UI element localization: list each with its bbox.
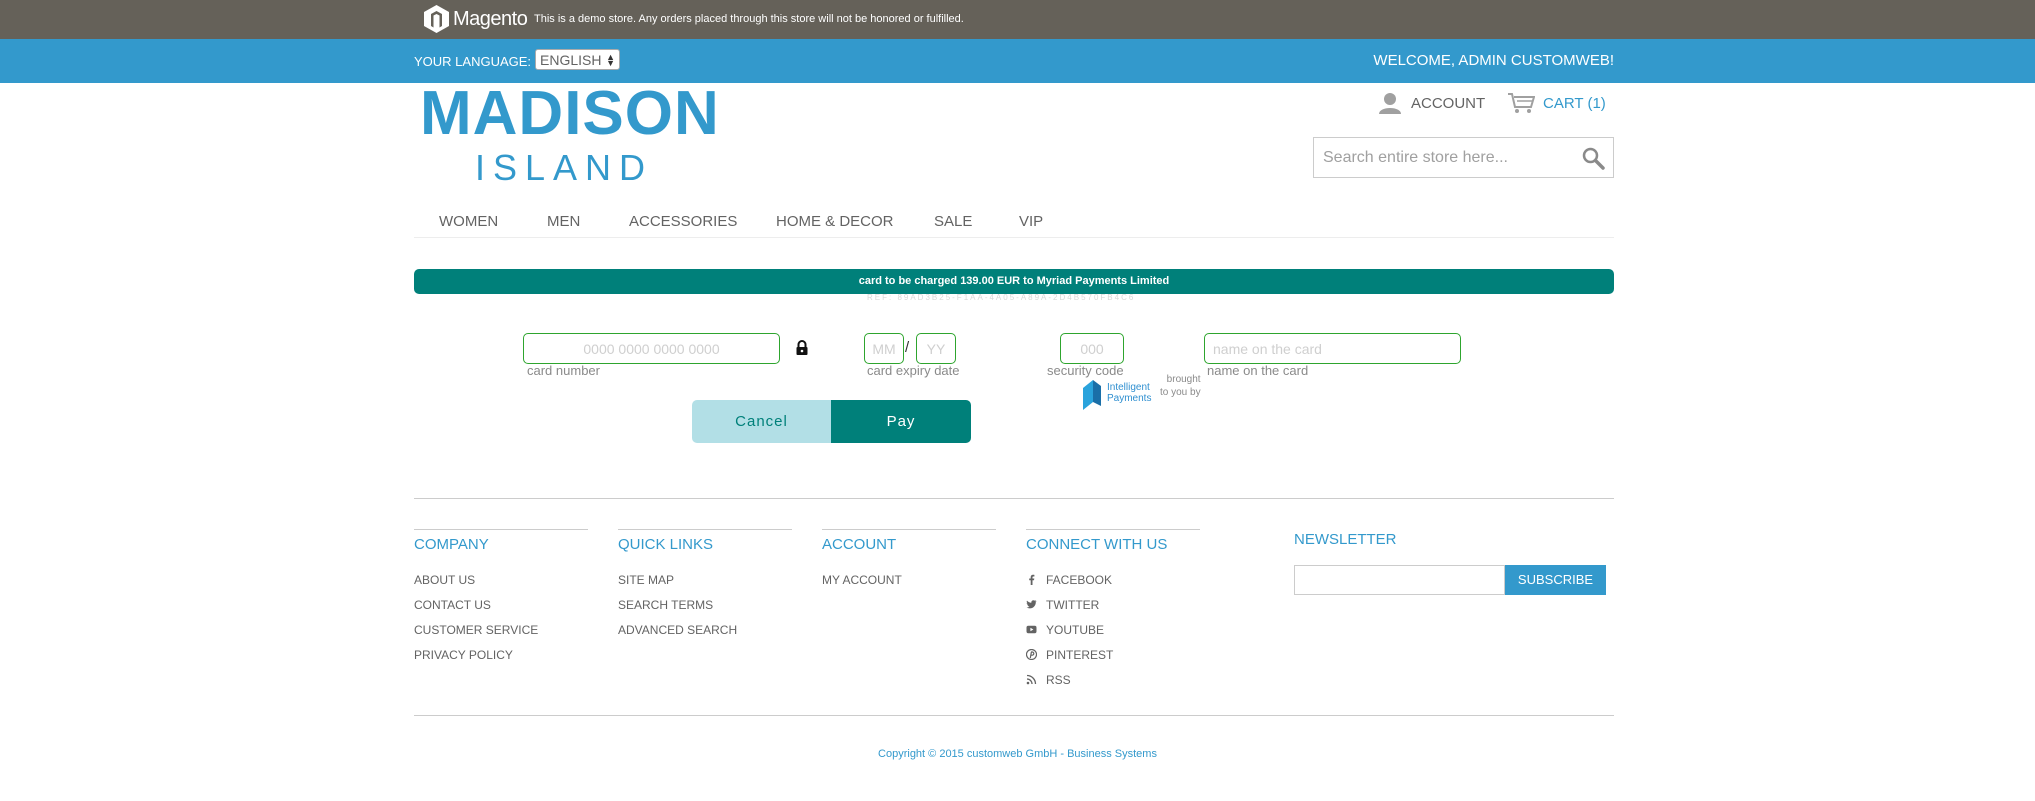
account-label: ACCOUNT bbox=[1411, 94, 1486, 112]
footer-link-customer-service[interactable]: CUSTOMER SERVICE bbox=[414, 617, 588, 642]
footer-link-search-terms[interactable]: SEARCH TERMS bbox=[618, 592, 792, 617]
nav-item-home-decor[interactable]: HOME & DECOR bbox=[776, 212, 894, 230]
footer-link-pinterest[interactable]: PINTEREST bbox=[1026, 642, 1200, 667]
pay-button[interactable]: Pay bbox=[831, 400, 971, 443]
brought-line1: brought bbox=[1166, 374, 1201, 385]
main-nav: WOMEN MEN ACCESSORIES HOME & DECOR SALE … bbox=[414, 212, 1614, 238]
provider-name-line1: Intelligent bbox=[1107, 382, 1150, 393]
footer-divider-top bbox=[414, 498, 1614, 499]
facebook-label: FACEBOOK bbox=[1046, 572, 1113, 587]
cart-label: CART (1) bbox=[1543, 94, 1606, 112]
magento-logo[interactable]: Magento bbox=[423, 4, 528, 34]
footer-connect-title: CONNECT WITH US bbox=[1026, 536, 1168, 553]
cancel-button[interactable]: Cancel bbox=[692, 400, 831, 443]
account-icon bbox=[1379, 93, 1401, 114]
footer-col-company: COMPANY ABOUT US CONTACT US CUSTOMER SER… bbox=[414, 529, 588, 667]
youtube-label: YOUTUBE bbox=[1046, 622, 1105, 637]
footer-account-title: ACCOUNT bbox=[822, 536, 897, 553]
footer-link-advanced-search[interactable]: ADVANCED SEARCH bbox=[618, 617, 792, 642]
demo-notice-text: This is a demo store. Any orders placed … bbox=[534, 13, 964, 25]
pinterest-icon bbox=[1026, 649, 1037, 660]
account-link[interactable]: ACCOUNT bbox=[1378, 92, 1485, 114]
card-name-field[interactable]: name on the card bbox=[1204, 333, 1461, 364]
brought-to-you-by: brought to you by bbox=[1160, 373, 1201, 399]
nav-item-women[interactable]: WOMEN bbox=[439, 212, 498, 230]
footer-link-twitter[interactable]: TWITTER bbox=[1026, 592, 1200, 617]
card-number-field[interactable]: 0000 0000 0000 0000 bbox=[523, 333, 780, 364]
lock-icon bbox=[796, 340, 808, 355]
twitter-label: TWITTER bbox=[1046, 597, 1100, 612]
payment-reference: REF: 89AD3B25-F1AA-4A05-A89A-2D4B570FB4C… bbox=[867, 293, 1136, 302]
footer-link-site-map[interactable]: SITE MAP bbox=[618, 567, 792, 592]
expiry-year-field[interactable]: YY bbox=[916, 333, 956, 364]
nav-item-sale[interactable]: SALE bbox=[934, 212, 972, 230]
footer-col-account: ACCOUNT MY ACCOUNT bbox=[822, 529, 996, 592]
cart-icon bbox=[1508, 93, 1535, 113]
language-select-value: ENGLISH bbox=[540, 51, 602, 68]
expiry-separator: / bbox=[905, 339, 910, 356]
rss-label: RSS bbox=[1046, 672, 1071, 687]
nav-item-accessories[interactable]: ACCESSORIES bbox=[629, 212, 737, 230]
brought-line2: to you by bbox=[1160, 387, 1201, 398]
newsletter-email-input[interactable] bbox=[1294, 565, 1505, 595]
rss-icon bbox=[1026, 674, 1037, 685]
search-icon[interactable] bbox=[1581, 146, 1605, 170]
demo-notice-bar: Magento This is a demo store. Any orders… bbox=[0, 0, 2035, 39]
twitter-icon bbox=[1026, 600, 1037, 609]
intelligent-payments-logo: Intelligent Payments bbox=[1081, 376, 1161, 410]
footer-company-title: COMPANY bbox=[414, 536, 489, 553]
cart-link[interactable]: CART (1) bbox=[1507, 92, 1606, 114]
facebook-icon bbox=[1029, 574, 1035, 585]
welcome-message: WELCOME, ADMIN CUSTOMWEB! bbox=[1373, 52, 1614, 69]
search-box bbox=[1313, 137, 1614, 178]
footer-quick-links-title: QUICK LINKS bbox=[618, 536, 714, 553]
subscribe-button[interactable]: SUBSCRIBE bbox=[1505, 565, 1606, 595]
language-select[interactable]: ENGLISH ▲ ▼ bbox=[535, 49, 620, 70]
footer-link-rss[interactable]: RSS bbox=[1026, 667, 1200, 692]
card-number-label: card number bbox=[527, 363, 600, 378]
charge-banner: card to be charged 139.00 EUR to Myriad … bbox=[414, 269, 1614, 294]
security-code-field[interactable]: 000 bbox=[1060, 333, 1124, 364]
footer-link-my-account[interactable]: MY ACCOUNT bbox=[822, 567, 996, 592]
nav-item-vip[interactable]: VIP bbox=[1019, 212, 1043, 230]
footer-link-youtube[interactable]: YOUTUBE bbox=[1026, 617, 1200, 642]
store-logo-line2[interactable]: ISLAND bbox=[475, 147, 653, 189]
search-input[interactable] bbox=[1314, 138, 1564, 177]
footer-link-facebook[interactable]: FACEBOOK bbox=[1026, 567, 1200, 592]
copyright-text: Copyright © 2015 customweb GmbH - Busine… bbox=[878, 748, 1157, 760]
footer-link-contact-us[interactable]: CONTACT US bbox=[414, 592, 588, 617]
newsletter-title: NEWSLETTER bbox=[1294, 531, 1397, 548]
magento-logo-icon bbox=[424, 5, 449, 33]
expiry-month-field[interactable]: MM bbox=[864, 333, 904, 364]
footer-col-connect: CONNECT WITH US FACEBOOK TWITTER YOUTUBE… bbox=[1026, 529, 1200, 692]
header-strip: YOUR LANGUAGE: ENGLISH ▲ ▼ WELCOME, ADMIN… bbox=[0, 39, 2035, 83]
magento-logo-text: Magento bbox=[453, 7, 528, 30]
intelligent-payments-icon bbox=[1083, 380, 1101, 410]
select-arrows-icon: ▲ ▼ bbox=[606, 51, 615, 68]
provider-name-line2: Payments bbox=[1107, 393, 1152, 404]
footer-divider-bottom bbox=[414, 715, 1614, 716]
language-label: YOUR LANGUAGE: bbox=[414, 54, 532, 69]
footer-link-privacy-policy[interactable]: PRIVACY POLICY bbox=[414, 642, 588, 667]
card-name-label: name on the card bbox=[1207, 363, 1309, 378]
store-logo-line1[interactable]: MADISON bbox=[420, 78, 720, 149]
youtube-icon bbox=[1026, 625, 1037, 634]
footer-col-quick-links: QUICK LINKS SITE MAP SEARCH TERMS ADVANC… bbox=[618, 529, 792, 642]
footer-link-about-us[interactable]: ABOUT US bbox=[414, 567, 588, 592]
pinterest-label: PINTEREST bbox=[1046, 647, 1114, 662]
expiry-label: card expiry date bbox=[867, 363, 960, 378]
nav-item-men[interactable]: MEN bbox=[547, 212, 580, 230]
